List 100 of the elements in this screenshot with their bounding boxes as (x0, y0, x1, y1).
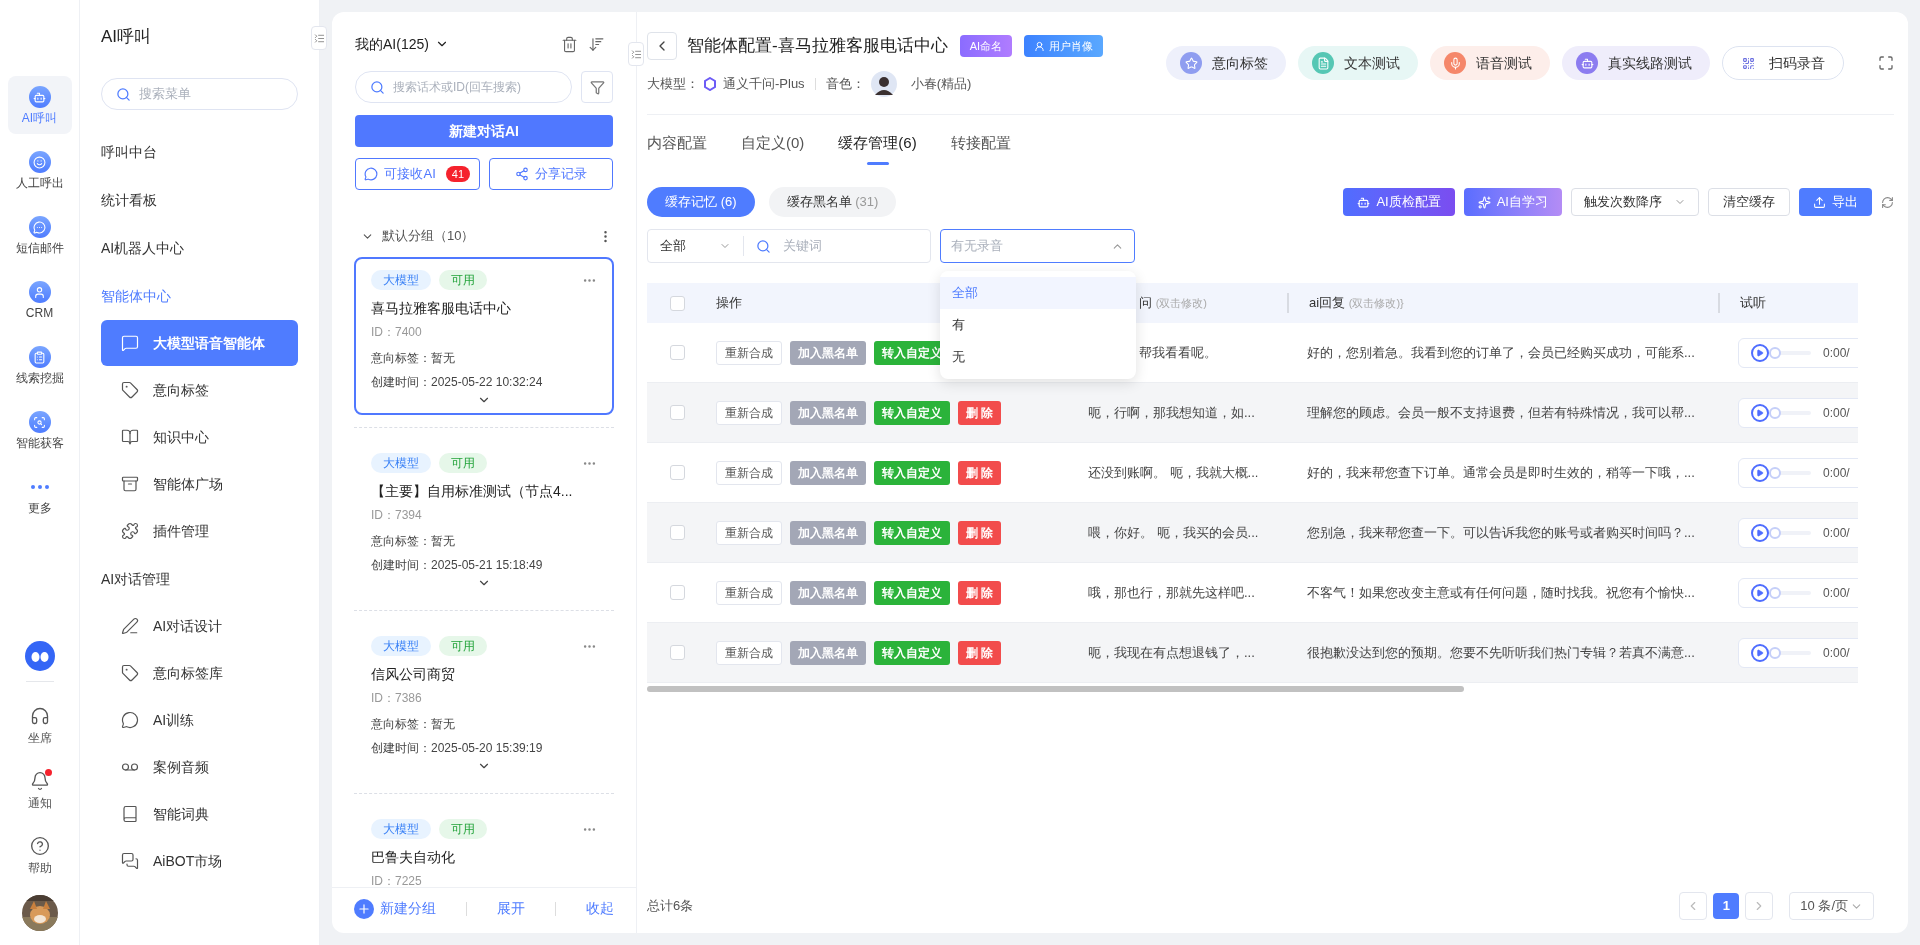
menu-item[interactable]: AiBOT市场 (101, 838, 298, 884)
scrollbar[interactable] (647, 686, 1464, 692)
rail-item[interactable]: CRM (7, 271, 72, 329)
row-action-button[interactable]: 删 除 (958, 580, 1002, 605)
page-size-select[interactable]: 10 条/页 (1789, 892, 1874, 920)
agent-card[interactable]: 大模型 可用 信风公司商贸 ID：7386 意向标签：暂无 创建时间：2025-05-20 15:39:19 (354, 623, 614, 781)
audio-player[interactable]: 0:00/ (1738, 517, 1858, 548)
tab[interactable]: 自定义(0) (741, 121, 805, 165)
tool-button[interactable]: 意向标签 (1166, 46, 1286, 80)
export-button[interactable]: 导出 (1799, 188, 1872, 216)
row-action-button[interactable]: 重新合成 (716, 580, 782, 605)
checkbox[interactable] (669, 345, 685, 360)
rail-item[interactable]: 帮助 (27, 822, 52, 887)
play-icon[interactable] (1751, 463, 1769, 482)
tab[interactable]: 内容配置 (647, 121, 707, 165)
collapse-icon[interactable] (628, 42, 644, 66)
logo-icon[interactable] (24, 641, 55, 671)
agent-card[interactable]: 大模型 可用 【主要】自用标准测试（节点4... ID：7394 意向标签：暂无 创建时间：2025-05-21 15:18:49 (354, 440, 614, 598)
back-button[interactable] (647, 32, 677, 60)
menu-group[interactable]: AI对话管理 (101, 555, 298, 603)
slider-thumb[interactable] (1769, 406, 1781, 419)
audio-player[interactable]: 0:00/ (1738, 637, 1858, 668)
row-action-button[interactable]: 重新合成 (716, 640, 782, 665)
scope-select[interactable]: 全部 (648, 236, 744, 256)
tool-button[interactable]: 语音测试 (1430, 46, 1550, 80)
expand-link[interactable]: 展开 (497, 898, 525, 919)
menu-group[interactable]: 统计看板 (101, 176, 298, 224)
rail-item[interactable]: 坐席 (27, 692, 52, 757)
tool-button[interactable]: 扫码录音 (1722, 46, 1844, 80)
row-action-button[interactable]: 重新合成 (716, 400, 782, 425)
fullscreen-icon[interactable] (1878, 55, 1894, 71)
menu-item[interactable]: 大模型语音智能体 (101, 320, 298, 366)
clear-cache-button[interactable]: 清空缓存 (1708, 188, 1790, 216)
audio-player[interactable]: 0:00/ (1738, 577, 1858, 608)
filter-field[interactable]: 全部 关键词 (647, 229, 931, 263)
trash-icon[interactable] (561, 35, 578, 53)
play-icon[interactable] (1751, 523, 1769, 542)
dropdown-option[interactable]: 全部 (940, 277, 1136, 309)
row-action-button[interactable]: 删 除 (958, 520, 1002, 545)
prev-page-button[interactable] (1679, 892, 1708, 920)
slider-thumb[interactable] (1769, 526, 1781, 539)
menu-group[interactable]: 呼叫中台 (101, 128, 298, 176)
checkbox[interactable] (669, 525, 685, 540)
row-action-button[interactable]: 重新合成 (716, 460, 782, 485)
menu-item[interactable]: AI对话设计 (101, 603, 298, 649)
subtab[interactable]: 缓存记忆 (6) (647, 187, 755, 217)
checkbox[interactable] (669, 295, 685, 311)
slider-thumb[interactable] (1769, 466, 1781, 479)
sort-select[interactable]: 触发次数降序 (1571, 188, 1699, 216)
tab[interactable]: 转接配置 (950, 121, 1011, 165)
row-action-button[interactable]: 删 除 (958, 400, 1002, 425)
collapse-link[interactable]: 收起 (586, 898, 614, 919)
row-action-button[interactable]: 删 除 (958, 640, 1002, 665)
tab[interactable]: 缓存管理(6) (838, 121, 917, 165)
menu-group[interactable]: AI机器人中心 (101, 224, 298, 272)
audio-player[interactable]: 0:00/ (1738, 397, 1858, 428)
menu-item[interactable]: AI训练 (101, 697, 298, 743)
rail-item[interactable]: 短信邮件 (7, 206, 72, 264)
group-header[interactable]: 默认分组（10） (361, 226, 475, 246)
slider-thumb[interactable] (1769, 586, 1781, 599)
menu-item[interactable]: 案例音频 (101, 744, 298, 790)
menu-item[interactable]: 智能体广场 (101, 461, 298, 507)
tool-button[interactable]: 文本测试 (1298, 46, 1418, 80)
rail-item[interactable]: 线索挖掘 (7, 336, 72, 394)
rail-item[interactable]: 人工呼出 (7, 141, 72, 199)
page-button[interactable]: 1 (1713, 893, 1740, 919)
menu-item[interactable]: 知识中心 (101, 414, 298, 460)
play-icon[interactable] (1751, 643, 1769, 662)
receive-button[interactable]: 可接收AI 41 (355, 158, 480, 190)
play-icon[interactable] (1751, 403, 1769, 422)
rail-item[interactable]: 更多 (7, 466, 72, 524)
play-icon[interactable] (1751, 583, 1769, 602)
menu-item[interactable]: 插件管理 (101, 508, 298, 554)
menu-item[interactable]: 意向标签库 (101, 650, 298, 696)
next-page-button[interactable] (1745, 892, 1774, 920)
row-action-button[interactable]: 重新合成 (716, 340, 782, 365)
play-icon[interactable] (1751, 343, 1769, 362)
sort-icon[interactable] (588, 35, 605, 53)
rail-item[interactable]: AI呼叫 (7, 76, 72, 134)
slider-thumb[interactable] (1769, 646, 1781, 659)
row-action-button[interactable]: 重新合成 (716, 520, 782, 545)
menu-group[interactable]: 智能体中心 (101, 272, 298, 320)
audio-player[interactable]: 0:00/ (1738, 337, 1858, 368)
new-group-link[interactable]: 新建分组 (354, 898, 436, 919)
checkbox[interactable] (669, 585, 685, 600)
menu-item[interactable]: 智能词典 (101, 791, 298, 837)
filter-button[interactable] (581, 71, 613, 103)
collapse-icon[interactable] (311, 26, 327, 50)
agent-card[interactable]: 大模型 可用 巴鲁夫自动化 ID：7225 (354, 806, 614, 887)
subtab[interactable]: 缓存黑名单 (31) (768, 187, 897, 217)
checkbox[interactable] (669, 645, 685, 660)
rail-item[interactable]: 智能获客 (7, 401, 72, 459)
qc-config-button[interactable]: AI质检配置 (1343, 188, 1455, 216)
audio-player[interactable]: 0:00/ (1738, 457, 1858, 488)
menu-item[interactable]: 意向标签 (101, 367, 298, 413)
row-action-button[interactable]: 删 除 (958, 460, 1002, 485)
refresh-icon[interactable] (1881, 195, 1894, 209)
checkbox[interactable] (669, 405, 685, 420)
share-button[interactable]: 分享记录 (488, 158, 613, 190)
tool-button[interactable]: 真实线路测试 (1562, 46, 1710, 80)
